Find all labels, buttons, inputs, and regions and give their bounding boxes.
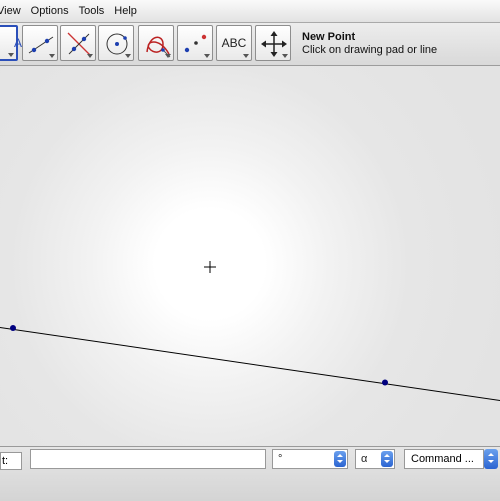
dropdown-triangle-icon xyxy=(87,54,93,58)
alpha-combo-value: α xyxy=(361,453,368,465)
geometry-canvas[interactable] xyxy=(0,66,500,446)
dropdown-triangle-icon xyxy=(49,54,55,58)
point-a[interactable] xyxy=(10,325,16,331)
stepper-arrows-icon[interactable] xyxy=(381,451,393,467)
line-through-points[interactable] xyxy=(0,326,500,402)
locus-tool-button[interactable] xyxy=(138,25,174,61)
command-combo[interactable]: Command ... xyxy=(404,449,484,469)
tool-name: New Point xyxy=(302,31,356,43)
drawing-pad[interactable] xyxy=(0,66,500,446)
toolbar: A ABC New Point Click on drawing pad or … xyxy=(0,23,500,66)
input-label: t: xyxy=(0,452,22,470)
degree-combo-value: ° xyxy=(278,453,283,465)
perpendicular-tool-button[interactable] xyxy=(98,25,134,61)
stepper-arrows-icon[interactable] xyxy=(334,451,346,467)
menu-help[interactable]: Help xyxy=(109,5,142,17)
input-bar: t: ° α Command ... xyxy=(0,446,500,501)
tool-info: New Point Click on drawing pad or line xyxy=(302,31,437,57)
command-arrows-icon[interactable] xyxy=(484,449,498,469)
tool-hint: Click on drawing pad or line xyxy=(302,44,438,56)
reflect-tool-button[interactable] xyxy=(177,25,213,61)
move-view-tool-button[interactable] xyxy=(255,25,291,61)
dropdown-triangle-icon xyxy=(204,54,210,58)
line-tool-button[interactable] xyxy=(60,25,96,61)
move-tool-button[interactable]: A xyxy=(0,25,22,61)
dropdown-triangle-icon xyxy=(282,54,288,58)
menu-view[interactable]: View xyxy=(0,5,26,17)
crosshair-cursor-icon xyxy=(204,261,216,273)
alpha-combo[interactable]: α xyxy=(355,449,395,469)
dropdown-triangle-icon xyxy=(165,54,171,58)
dropdown-triangle-icon xyxy=(8,53,14,57)
text-tool-button[interactable]: ABC xyxy=(216,25,252,61)
menu-options[interactable]: Options xyxy=(26,5,74,17)
menu-bar: View Options Tools Help xyxy=(0,0,500,23)
point-tool-button[interactable] xyxy=(22,25,58,61)
point-b[interactable] xyxy=(382,379,388,386)
menu-tools[interactable]: Tools xyxy=(74,5,110,17)
dropdown-triangle-icon xyxy=(125,54,131,58)
degree-combo[interactable]: ° xyxy=(272,449,348,469)
input-field[interactable] xyxy=(30,449,266,469)
dropdown-triangle-icon xyxy=(243,54,249,58)
